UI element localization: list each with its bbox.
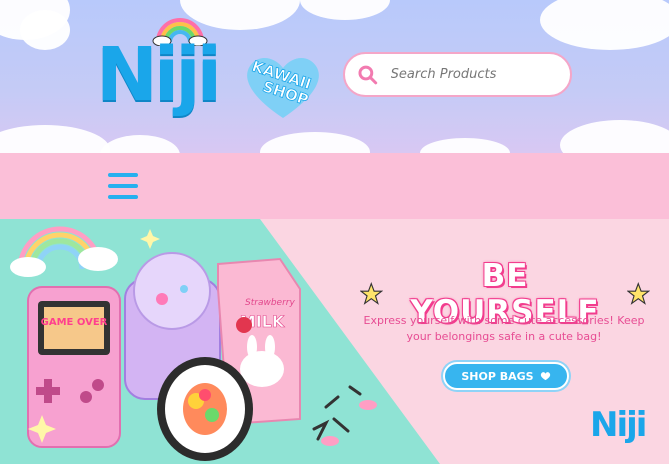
cloud-decoration [300, 0, 390, 20]
footer-logo: Niji [590, 405, 647, 445]
cloud-decoration [100, 135, 180, 153]
sushi-roll-bag [157, 357, 253, 461]
cloud-decoration [20, 10, 70, 50]
star-icon [360, 282, 383, 305]
hamburger-line [108, 184, 138, 188]
heart-icon [540, 372, 550, 381]
shop-bags-label: SHOP BAGS [461, 369, 534, 383]
kawaii-shop-badge: KAWAII SHOP [247, 57, 319, 118]
cloud-decoration [260, 132, 370, 153]
hero-description: Express yourself with some cute accessor… [363, 314, 645, 343]
nav-bar [0, 153, 669, 219]
milk-brand-text: Strawberry [245, 298, 295, 308]
star-icon [627, 282, 651, 305]
cloud-decoration [540, 0, 669, 50]
game-screen-text: GAME OVER [41, 317, 108, 328]
hamburger-icon[interactable] [108, 173, 138, 199]
shop-bags-button[interactable]: SHOP BAGS [443, 362, 569, 390]
hamburger-line [108, 173, 138, 177]
search-bar[interactable] [343, 52, 572, 97]
hamburger-line [108, 195, 138, 199]
search-input[interactable] [388, 66, 570, 83]
cloud-decoration [560, 120, 669, 153]
site-header: Niji KAWAII SHOP [0, 0, 669, 153]
cloud-decoration [420, 138, 510, 153]
cloud-decoration [0, 125, 110, 153]
site-logo[interactable]: Niji [96, 38, 222, 112]
search-icon[interactable] [357, 64, 379, 86]
